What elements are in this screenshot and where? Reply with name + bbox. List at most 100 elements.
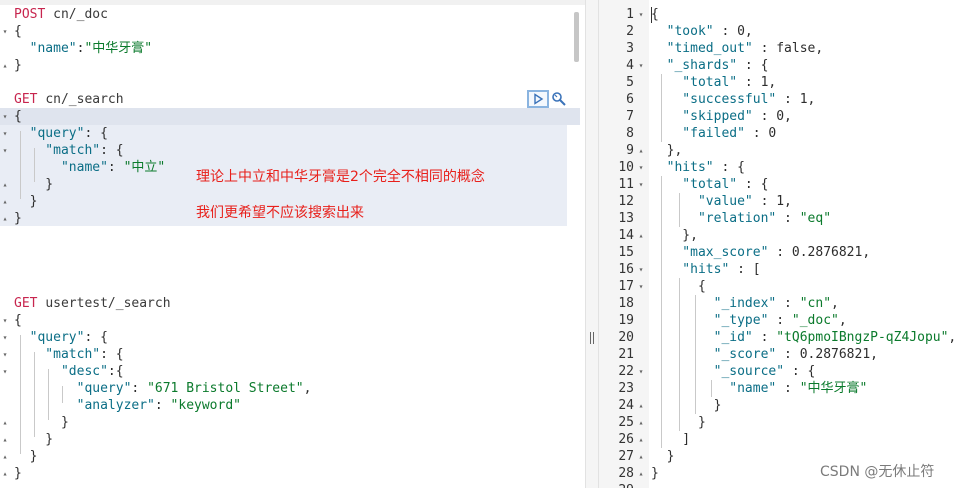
code-text: } (14, 193, 38, 210)
response-line: 14 ▴ }, (599, 227, 973, 244)
token: "match" (14, 347, 101, 362)
code-text: "max_score" : 0.2876821, (651, 244, 870, 261)
line-number: 1 (626, 7, 634, 22)
fold-open-icon[interactable]: ▾ (637, 159, 645, 176)
fold-close-icon[interactable]: ▴ (1, 431, 9, 448)
request-line[interactable]: GET usertest/_search (0, 295, 580, 312)
fold-close-icon[interactable]: ▴ (1, 465, 9, 482)
pane-divider[interactable] (585, 0, 599, 488)
fold-open-icon[interactable]: ▾ (1, 23, 9, 40)
fold-close-icon[interactable]: ▴ (637, 397, 645, 414)
line-number: 7 (626, 109, 634, 124)
response-viewer[interactable]: 1 ▾{2 "took" : 0, 3 "timed_out" : false, 4 ▾… (599, 0, 973, 488)
token: : 1, (737, 75, 777, 90)
token: : (776, 211, 800, 226)
code-text: "name" : "中华牙膏" (651, 380, 867, 397)
request-line[interactable]: "query": "671 Bristol Street", (0, 380, 580, 397)
request-editor[interactable]: POST cn/_doc ▾{ "name":"中华牙膏" ▴} GET cn/_se… (0, 0, 585, 488)
request-line[interactable]: GET cn/_search (0, 91, 580, 108)
request-line[interactable]: ▴ } (0, 431, 580, 448)
token: : 0 (744, 126, 777, 141)
token: } (14, 211, 22, 226)
code-text: "name":"中华牙膏" (14, 40, 152, 57)
fold-close-icon[interactable]: ▴ (1, 193, 9, 210)
fold-close-icon[interactable]: ▴ (1, 210, 9, 227)
token: cn/_doc (53, 7, 108, 22)
token: } (14, 449, 38, 464)
fold-close-icon[interactable]: ▴ (1, 57, 9, 74)
fold-close-icon[interactable]: ▴ (1, 448, 9, 465)
fold-open-icon[interactable]: ▾ (1, 346, 9, 363)
request-line[interactable]: ▴} (0, 465, 580, 482)
response-line: 7 "skipped" : 0, (599, 108, 973, 125)
code-text: POST cn/_doc (14, 6, 108, 23)
resize-handle-icon[interactable] (588, 330, 596, 346)
request-line[interactable]: ▴ } (0, 414, 580, 431)
line-number: 9 (626, 143, 634, 158)
code-text: "match": { (14, 346, 123, 363)
fold-open-icon[interactable]: ▾ (637, 261, 645, 278)
code-text: { (651, 6, 659, 23)
run-request-button[interactable] (527, 90, 549, 108)
token: { (14, 24, 22, 39)
line-number: 12 (618, 194, 634, 209)
fold-close-icon[interactable]: ▴ (1, 414, 9, 431)
response-line: 1 ▾ { (599, 6, 973, 23)
text-cursor (651, 7, 652, 23)
line-number: 2 (626, 24, 634, 39)
token: : (107, 160, 124, 175)
fold-open-icon[interactable]: ▾ (1, 312, 9, 329)
fold-open-icon[interactable]: ▾ (1, 142, 9, 159)
code-text: "query": "671 Bristol Street", (14, 380, 312, 397)
request-line[interactable]: ▾{ (0, 23, 580, 40)
line-number: 8 (626, 126, 634, 141)
request-line[interactable]: "name":"中华牙膏" (0, 40, 580, 57)
line-number: 15 (618, 245, 634, 260)
response-line: 23 "name" : "中华牙膏" (599, 380, 973, 397)
request-line[interactable]: ▴} (0, 57, 580, 74)
request-line[interactable]: ▾{ (0, 108, 580, 125)
token: : 0.2876821, (768, 245, 871, 260)
request-line[interactable]: POST cn/_doc (0, 6, 580, 23)
request-line[interactable]: ▾ "query": { (0, 329, 580, 346)
request-line[interactable]: "analyzer": "keyword" (0, 397, 580, 414)
fold-open-icon[interactable]: ▾ (637, 363, 645, 380)
fold-open-icon[interactable]: ▾ (637, 57, 645, 74)
fold-close-icon[interactable]: ▴ (637, 431, 645, 448)
token: "value" (651, 194, 753, 209)
fold-close-icon[interactable]: ▴ (637, 448, 645, 465)
fold-close-icon[interactable]: ▴ (637, 414, 645, 431)
request-line[interactable]: ▾ "match": { (0, 142, 580, 159)
response-line: 16 ▾ "hits" : [ (599, 261, 973, 278)
request-line[interactable]: ▾ "desc":{ (0, 363, 580, 380)
fold-close-icon[interactable]: ▴ (637, 227, 645, 244)
fold-close-icon[interactable]: ▴ (637, 142, 645, 159)
editor-scrollbar[interactable] (574, 12, 579, 62)
code-text: "skipped" : 0, (651, 108, 792, 125)
line-number: 10 (618, 160, 634, 175)
fold-open-icon[interactable]: ▾ (637, 278, 645, 295)
token: : 1, (776, 92, 816, 107)
code-text: "total" : { (651, 176, 768, 193)
request-line[interactable]: ▾ "match": { (0, 346, 580, 363)
token: : [ (729, 262, 761, 277)
fold-close-icon[interactable]: ▴ (637, 465, 645, 482)
fold-open-icon[interactable]: ▾ (1, 108, 9, 125)
fold-open-icon[interactable]: ▾ (1, 329, 9, 346)
fold-open-icon[interactable]: ▾ (1, 363, 9, 380)
indent-guide (62, 386, 63, 403)
fold-close-icon[interactable]: ▴ (1, 176, 9, 193)
line-number: 20 (618, 330, 634, 345)
token: "tQ6pmoIBngzP-qZ4Jopu" (776, 330, 949, 345)
request-line[interactable]: ▾ "query": { (0, 125, 580, 142)
fold-open-icon[interactable]: ▾ (1, 125, 9, 142)
token: } (651, 449, 675, 464)
token: "_doc" (791, 313, 839, 328)
fold-open-icon[interactable]: ▾ (637, 6, 645, 23)
request-line[interactable]: ▴ } (0, 448, 580, 465)
wrench-icon[interactable] (551, 91, 567, 107)
token: : { (784, 364, 816, 379)
fold-open-icon[interactable]: ▾ (637, 176, 645, 193)
request-line[interactable]: ▾{ (0, 312, 580, 329)
token: : { (100, 143, 124, 158)
